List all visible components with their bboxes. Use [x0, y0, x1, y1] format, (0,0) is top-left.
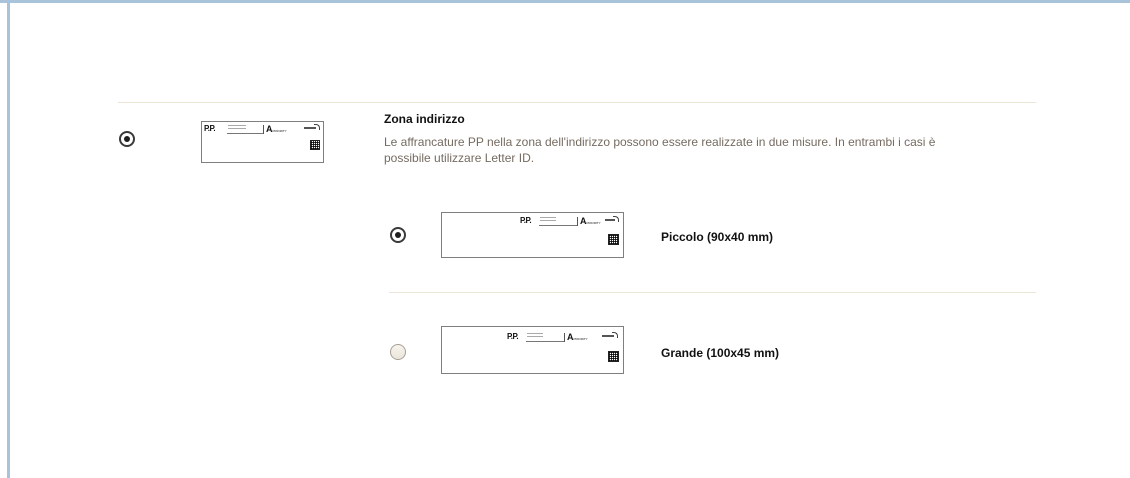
- stamp-address-lines: [228, 125, 246, 131]
- qr-code-icon: [310, 140, 320, 150]
- option-small-radio[interactable]: [390, 227, 406, 243]
- pp-mark: P.P.: [204, 124, 216, 133]
- stamp-underline: [539, 225, 577, 226]
- pp-mark: P.P.: [507, 332, 519, 341]
- section-divider-top: [118, 102, 1036, 103]
- a-priority-mark: APRIORITY: [577, 217, 601, 226]
- qr-code-icon: [608, 351, 619, 362]
- address-zone-stamp-preview: P.P. APRIORITY: [201, 121, 324, 163]
- post-logo-icon: [304, 124, 320, 130]
- window-top-border: [0, 0, 1130, 3]
- option-large-radio[interactable]: [390, 344, 406, 360]
- stamp-underline: [526, 341, 564, 342]
- option-large-label[interactable]: Grande (100x45 mm): [661, 346, 779, 360]
- address-zone-radio[interactable]: [119, 131, 135, 147]
- post-logo-icon: [602, 332, 618, 338]
- post-logo-icon: [605, 216, 619, 222]
- option-small-stamp-preview: P.P. APRIORITY: [441, 212, 624, 258]
- window-left-border: [7, 3, 10, 478]
- stamp-address-lines: [527, 333, 543, 339]
- section-title: Zona indirizzo: [384, 112, 465, 126]
- a-priority-mark: APRIORITY: [263, 125, 287, 134]
- pp-mark: P.P.: [520, 216, 532, 225]
- stamp-address-lines: [540, 217, 556, 223]
- a-priority-mark: APRIORITY: [564, 333, 588, 342]
- option-large-stamp-preview: P.P. APRIORITY: [441, 326, 624, 374]
- qr-code-icon: [608, 234, 619, 245]
- option-divider: [389, 292, 1036, 293]
- section-description: Le affrancature PP nella zona dell'indir…: [384, 135, 936, 165]
- stamp-underline: [227, 133, 263, 134]
- option-small-label[interactable]: Piccolo (90x40 mm): [661, 230, 773, 244]
